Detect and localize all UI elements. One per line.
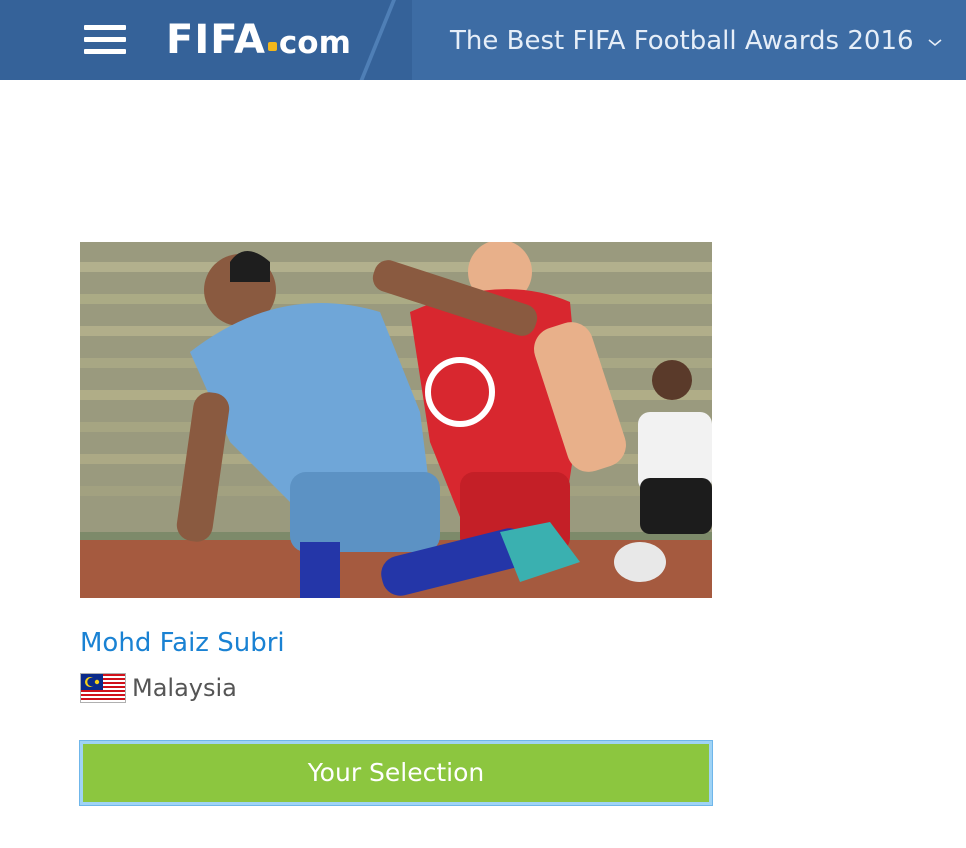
malaysia-flag-icon [80,673,126,703]
hamburger-menu-icon[interactable] [84,25,126,55]
player-photo[interactable] [80,242,712,598]
fifa-logo[interactable]: FIFA com [166,17,351,63]
your-selection-button[interactable]: Your Selection [80,741,712,805]
player-name[interactable]: Mohd Faiz Subri [80,626,285,660]
chevron-down-icon[interactable] [928,38,942,50]
logo-brand: FIFA [166,17,266,63]
logo-suffix: com [278,25,351,61]
header-bar: FIFA com The Best FIFA Football Awards 2… [0,0,966,80]
header-divider [351,0,400,80]
country-name: Malaysia [132,674,237,702]
event-title[interactable]: The Best FIFA Football Awards 2016 [450,24,914,58]
logo-dot [267,42,277,51]
country-row: Malaysia [80,672,237,704]
